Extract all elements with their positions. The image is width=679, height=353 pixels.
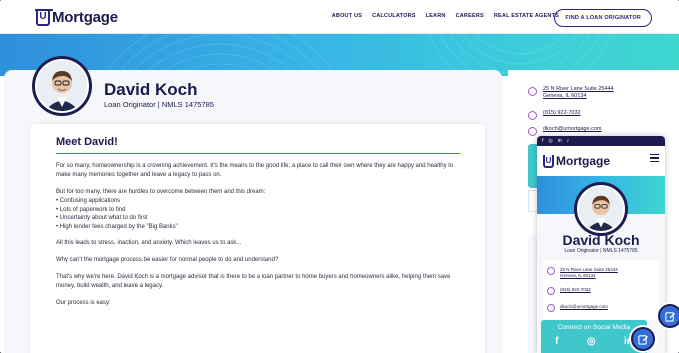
- facebook-icon[interactable]: f: [555, 336, 558, 347]
- phone-icon: [528, 111, 537, 120]
- location-pin-icon: [547, 267, 555, 275]
- logo-text: Mortgage: [556, 154, 610, 168]
- mobile-preview: f ◎ in ♪ U Mortgage David Koch Loan Orig…: [537, 136, 665, 353]
- list-item: • Lots of paperwork to find: [56, 206, 126, 213]
- bio-card: Meet David! For so many, homeownership i…: [30, 124, 485, 353]
- address-line-2[interactable]: Geneva, IL 60134: [560, 273, 618, 279]
- email-link[interactable]: dkoch@umortgage.com: [560, 304, 608, 310]
- nav-careers[interactable]: CAREERS: [456, 13, 484, 19]
- edit-icon: [664, 311, 675, 322]
- location-pin-icon: [528, 87, 537, 96]
- mobile-profile-avatar: [574, 182, 628, 236]
- list-item: • Confusing applications: [56, 198, 121, 204]
- address-line-1[interactable]: 25 N River Lane Suite 25444: [543, 86, 614, 93]
- nav-about-us[interactable]: ABOUT US: [332, 13, 362, 19]
- profile-subtitle: Loan Originator | NMLS 1475785: [104, 100, 214, 109]
- mobile-profile-subtitle: Loan Originator | NMLS 1475785: [564, 248, 638, 254]
- top-navigation: U Mortgage ABOUT US CALCULATORS LEARN CA…: [0, 0, 679, 34]
- mobile-email-row[interactable]: dkoch@umortgage.com: [547, 304, 608, 312]
- person-portrait-icon: [579, 187, 623, 231]
- nav-learn[interactable]: LEARN: [426, 13, 446, 19]
- list-item: • High lender fees charged by the "Big B…: [56, 223, 178, 230]
- edit-icon: [637, 334, 648, 345]
- nav-links: ABOUT US CALCULATORS LEARN CAREERS REAL …: [332, 13, 559, 19]
- facebook-icon[interactable]: f: [542, 138, 543, 144]
- address-row[interactable]: 25 N River Lane Suite 25444 Geneva, IL 6…: [528, 86, 614, 100]
- email-row[interactable]: dkoch@umortgage.com: [528, 126, 601, 136]
- person-portrait-icon: [37, 61, 87, 111]
- profile-main: David Koch Loan Originator | NMLS 147578…: [4, 56, 502, 353]
- email-icon: [547, 304, 555, 312]
- linkedin-icon[interactable]: in: [558, 138, 562, 144]
- email-icon: [528, 127, 537, 136]
- bio-paragraph: All this leads to stress, inaction, and …: [56, 240, 242, 246]
- bio-title: Meet David!: [56, 136, 118, 148]
- phone-row[interactable]: (815) 922-7032: [528, 110, 581, 120]
- bio-paragraph: For so many, homeownership is a crowning…: [56, 163, 454, 178]
- mobile-contact-card: 25 N River Lane Suite 25444 Geneva, IL 6…: [543, 260, 659, 320]
- mobile-phone-row[interactable]: (815) 922-7032: [547, 287, 591, 295]
- page-frame: U Mortgage ABOUT US CALCULATORS LEARN CA…: [0, 0, 679, 353]
- umortgage-logo[interactable]: U Mortgage: [35, 8, 118, 26]
- email-link[interactable]: dkoch@umortgage.com: [543, 126, 601, 133]
- profile-avatar: [32, 56, 92, 116]
- find-loan-originator-button[interactable]: FIND A LOAN ORIGINATOR: [554, 9, 652, 27]
- list-item: • Uncertainty about what to do first: [56, 215, 148, 221]
- bio-divider: [56, 153, 460, 154]
- profile-name: David Koch: [104, 80, 198, 99]
- logo-mark: U: [35, 8, 53, 26]
- phone-link[interactable]: (815) 922-7032: [543, 110, 581, 117]
- mobile-header: U Mortgage: [537, 146, 665, 176]
- phone-icon: [547, 287, 555, 295]
- nav-real-estate-agents[interactable]: REAL ESTATE AGENTS: [494, 13, 559, 19]
- instagram-icon[interactable]: ◎: [587, 336, 596, 347]
- mobile-address-row[interactable]: 25 N River Lane Suite 25444 Geneva, IL 6…: [547, 267, 618, 278]
- edit-floating-button[interactable]: [631, 327, 655, 351]
- bio-paragraph: Our process is easy:: [56, 300, 111, 306]
- address-line-1[interactable]: 25 N River Lane Suite 25444: [560, 267, 618, 273]
- mobile-profile-name: David Koch: [562, 232, 640, 248]
- hamburger-menu-icon[interactable]: [650, 154, 659, 164]
- instagram-icon[interactable]: ◎: [548, 138, 552, 144]
- social-panel-title: Connect on Social Media: [557, 324, 631, 331]
- logo-mark: U: [543, 154, 554, 168]
- nav-calculators[interactable]: CALCULATORS: [372, 13, 416, 19]
- edit-floating-button-secondary[interactable]: [658, 304, 679, 328]
- bio-paragraph: That's why we're here. David Koch is a m…: [56, 274, 451, 289]
- mobile-social-bar: f ◎ in ♪: [537, 136, 665, 146]
- bio-paragraph: But for too many, there are hurdles to o…: [56, 189, 266, 195]
- phone-link[interactable]: (815) 922-7032: [560, 287, 591, 293]
- logo-text: Mortgage: [52, 9, 118, 26]
- hurdles-list: • Confusing applications • Lots of paper…: [56, 197, 459, 231]
- tiktok-icon[interactable]: ♪: [567, 138, 570, 144]
- bio-paragraph: Why can't the mortgage process be easier…: [56, 257, 279, 263]
- address-line-2[interactable]: Geneva, IL 60134: [543, 93, 614, 100]
